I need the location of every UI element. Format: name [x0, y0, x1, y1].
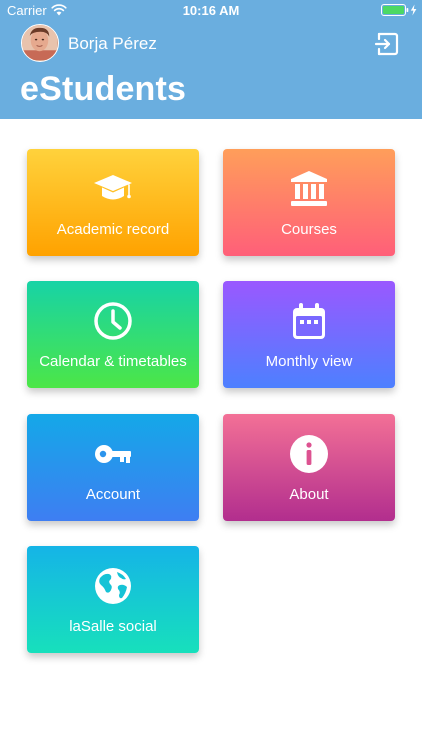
about-tile[interactable]: About [223, 414, 395, 521]
monthly-view-tile[interactable]: Monthly view [223, 281, 395, 388]
avatar[interactable] [21, 24, 59, 62]
bank-building-icon [291, 171, 327, 206]
tile-label: About [289, 486, 329, 503]
tile-label: Courses [281, 221, 337, 238]
status-bar: Carrier 10:16 AM [0, 0, 422, 22]
user-name[interactable]: Borja Pérez [68, 34, 157, 54]
academic-record-tile[interactable]: Academic record [27, 149, 199, 256]
tile-label: Calendar & timetables [39, 353, 187, 370]
status-time: 10:16 AM [182, 3, 240, 18]
logout-icon[interactable] [373, 30, 401, 58]
tile-label: Monthly view [265, 353, 353, 370]
avatar-photo [22, 25, 57, 60]
tile-label: Academic record [56, 221, 170, 238]
bolt-icon [410, 4, 417, 16]
calendar-timetables-tile[interactable]: Calendar & timetables [27, 281, 199, 388]
info-icon [290, 435, 328, 473]
tile-label: laSalle social [69, 618, 157, 635]
calendar-icon [293, 303, 325, 339]
courses-tile[interactable]: Courses [223, 149, 395, 256]
clock-icon [94, 302, 132, 340]
app-header: Carrier 10:16 AM Borja Pérez eStudents [0, 0, 422, 119]
tile-label: Account [85, 486, 141, 503]
graduation-cap-icon [94, 175, 132, 200]
lasalle-social-tile[interactable]: laSalle social [27, 546, 199, 653]
battery-icon [381, 4, 417, 16]
account-tile[interactable]: Account [27, 414, 199, 521]
key-icon [95, 445, 131, 463]
globe-icon [95, 568, 131, 604]
app-title: eStudents [20, 70, 187, 108]
